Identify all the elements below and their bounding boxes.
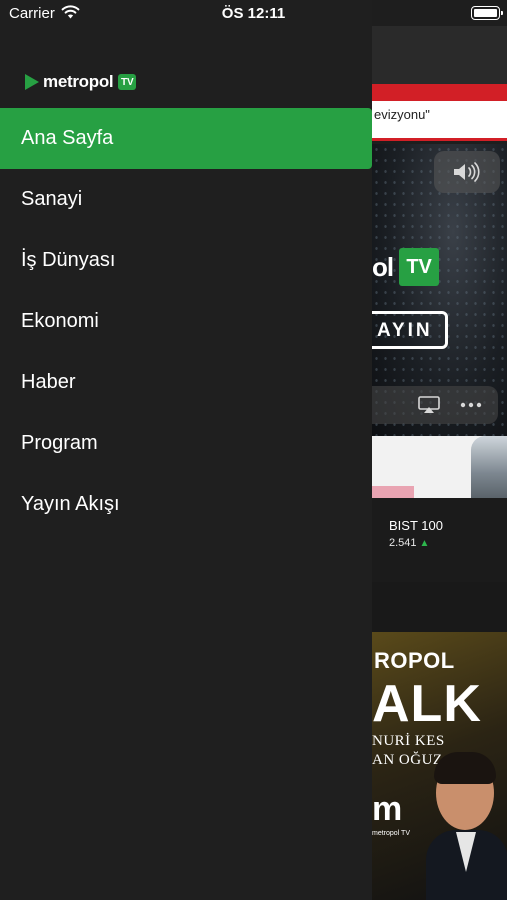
video-brand-text: ol <box>372 251 394 282</box>
menu-item-is-dunyasi[interactable]: İş Dünyası <box>0 230 372 291</box>
menu-item-yayin-akisi[interactable]: Yayın Akışı <box>0 474 372 535</box>
menu-item-label: İş Dünyası <box>21 249 116 271</box>
section-divider <box>372 582 507 632</box>
poster-host-photo <box>426 752 507 900</box>
battery-icon <box>471 6 503 20</box>
live-broadcast-label: AYIN <box>360 311 448 349</box>
brand-logo[interactable]: metropol TV <box>25 72 137 92</box>
menu-item-label: Program <box>21 432 98 454</box>
poster-mark: m <box>372 790 403 828</box>
menu-item-label: Haber <box>21 371 76 393</box>
stock-value: 2.541 <box>389 537 417 549</box>
poster-host-1: NURİ KES <box>372 733 445 749</box>
clock: ÖS 12:11 <box>221 5 286 22</box>
menu-item-ekonomi[interactable]: Ekonomi <box>0 291 372 352</box>
stock-value-row: 2.541 ▲ <box>389 537 429 549</box>
menu-item-haber[interactable]: Haber <box>0 352 372 413</box>
news-ticker-header <box>372 84 507 101</box>
more-options-icon[interactable] <box>460 402 482 408</box>
menu-item-label: Sanayi <box>21 188 83 210</box>
menu-item-ana-sayfa[interactable]: Ana Sayfa <box>0 108 372 169</box>
poster-title-main: ALK <box>372 675 482 733</box>
banner-image <box>471 436 507 498</box>
status-bar: Carrier ÖS 12:11 <box>0 0 507 26</box>
news-ticker-text: evizyonu" <box>374 107 430 122</box>
ad-banner[interactable] <box>372 436 507 498</box>
video-tv-badge: TV <box>399 248 440 286</box>
menu-item-sanayi[interactable]: Sanayi <box>0 169 372 230</box>
brand-tv-badge: TV <box>118 74 137 90</box>
volume-button[interactable] <box>434 151 500 193</box>
airplay-icon[interactable] <box>418 396 440 414</box>
arrow-up-icon: ▲ <box>419 538 430 549</box>
play-icon <box>25 74 39 90</box>
banner-accent <box>372 486 414 498</box>
stock-name: BIST 100 <box>389 518 443 533</box>
speaker-icon <box>454 162 480 182</box>
poster-brand: metropol TV <box>372 830 410 837</box>
menu-item-label: Ana Sayfa <box>21 127 114 149</box>
poster-title-top: ROPOL <box>374 648 455 673</box>
brand-name: metropol <box>43 72 114 91</box>
menu-item-program[interactable]: Program <box>0 413 372 474</box>
menu-item-label: Yayın Akışı <box>21 493 120 515</box>
video-brand: ol TV <box>372 248 440 286</box>
side-drawer: metropol TV Ana Sayfa Sanayi İş Dünyası … <box>0 0 372 900</box>
menu-item-label: Ekonomi <box>21 310 99 332</box>
news-ticker[interactable]: evizyonu" <box>372 101 507 141</box>
video-controls <box>372 386 498 424</box>
drawer-menu: Ana Sayfa Sanayi İş Dünyası Ekonomi Habe… <box>0 108 372 535</box>
